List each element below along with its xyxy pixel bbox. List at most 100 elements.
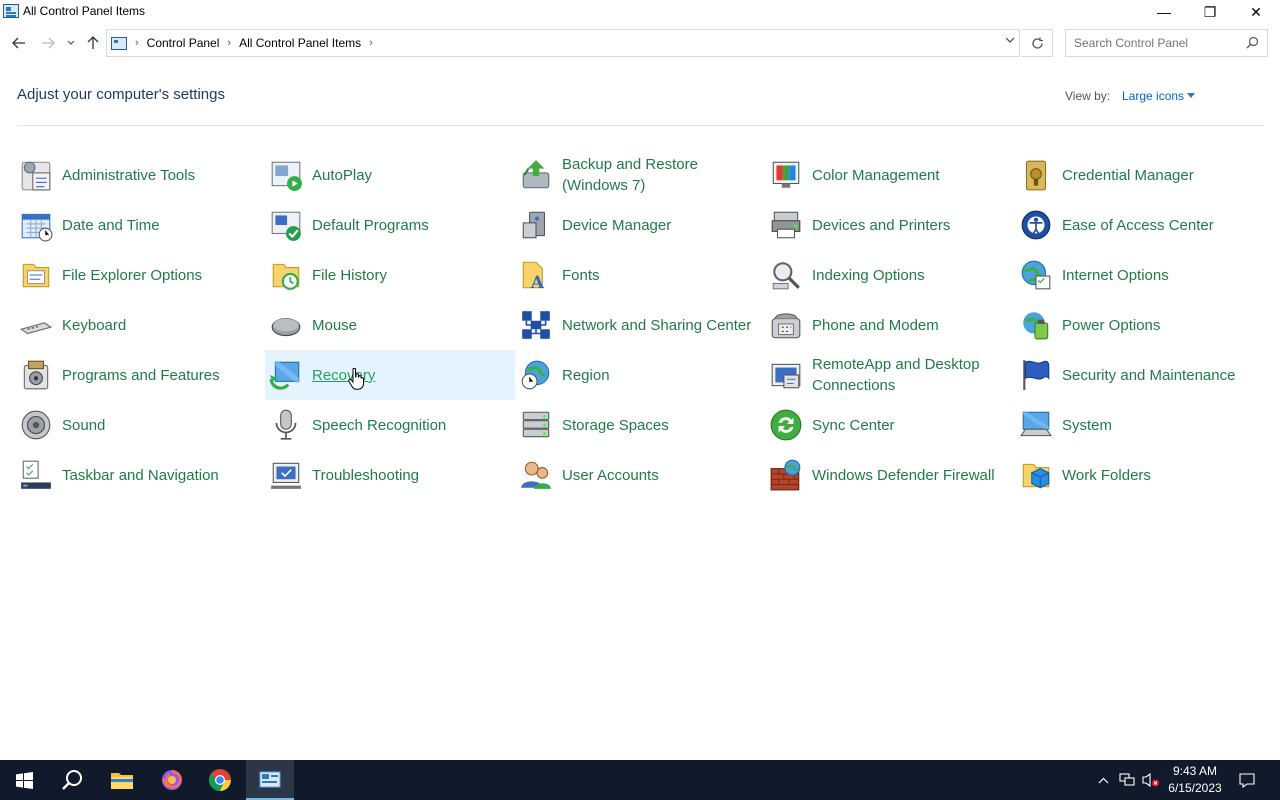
search-input[interactable] <box>1074 36 1244 50</box>
item-label[interactable]: File Explorer Options <box>62 265 202 286</box>
item-label[interactable]: Phone and Modem <box>812 315 939 336</box>
item-sync-center[interactable]: Sync Center <box>765 400 1015 450</box>
breadcrumb-all-items[interactable]: All Control Panel Items <box>239 36 361 50</box>
item-label[interactable]: Power Options <box>1062 315 1160 336</box>
search-box[interactable] <box>1065 29 1268 57</box>
start-button[interactable] <box>0 760 48 800</box>
item-power-options[interactable]: Power Options <box>1015 300 1265 350</box>
item-label[interactable]: Fonts <box>562 265 600 286</box>
item-label[interactable]: Region <box>562 365 610 386</box>
item-label[interactable]: Taskbar and Navigation <box>62 465 219 486</box>
item-label[interactable]: Mouse <box>312 315 357 336</box>
item-label[interactable]: Date and Time <box>62 215 160 236</box>
item-network-and-sharing-center[interactable]: Network and Sharing Center <box>515 300 765 350</box>
item-label[interactable]: Speech Recognition <box>312 415 446 436</box>
taskbar-firefox[interactable] <box>148 760 196 800</box>
item-remoteapp-and-desktop-connections[interactable]: RemoteApp and Desktop Connections <box>765 350 1015 400</box>
item-speech-recognition[interactable]: Speech Recognition <box>265 400 515 450</box>
item-color-management[interactable]: Color Management <box>765 150 1015 200</box>
item-file-history[interactable]: File History <box>265 250 515 300</box>
item-label[interactable]: Devices and Printers <box>812 215 950 236</box>
forward-button[interactable] <box>37 32 59 54</box>
item-label[interactable]: Keyboard <box>62 315 126 336</box>
item-troubleshooting[interactable]: Troubleshooting <box>265 450 515 500</box>
item-label[interactable]: Indexing Options <box>812 265 925 286</box>
taskbar-control-panel[interactable] <box>246 760 294 800</box>
recent-locations-button[interactable] <box>61 32 81 54</box>
item-backup-and-restore-windows-7[interactable]: Backup and Restore (Windows 7) <box>515 150 765 200</box>
volume-tray-button[interactable] <box>1141 760 1161 800</box>
control-panel-icon <box>111 36 127 50</box>
item-security-and-maintenance[interactable]: Security and Maintenance <box>1015 350 1265 400</box>
minimize-button[interactable]: — <box>1141 0 1187 24</box>
item-devices-and-printers[interactable]: Devices and Printers <box>765 200 1015 250</box>
item-label[interactable]: Troubleshooting <box>312 465 419 486</box>
item-default-programs[interactable]: Default Programs <box>265 200 515 250</box>
network-tray-button[interactable] <box>1117 760 1137 800</box>
breadcrumb-separator[interactable]: › <box>227 37 231 49</box>
up-button[interactable] <box>82 32 104 54</box>
item-label[interactable]: Color Management <box>812 165 940 186</box>
item-programs-and-features[interactable]: Programs and Features <box>15 350 265 400</box>
item-file-explorer-options[interactable]: File Explorer Options <box>15 250 265 300</box>
taskbar-file-explorer[interactable] <box>98 760 146 800</box>
item-storage-spaces[interactable]: Storage Spaces <box>515 400 765 450</box>
item-label[interactable]: Security and Maintenance <box>1062 365 1235 386</box>
breadcrumb-separator[interactable]: › <box>369 37 373 49</box>
item-label[interactable]: Backup and Restore (Windows 7) <box>562 154 752 196</box>
item-administrative-tools[interactable]: Administrative Tools <box>15 150 265 200</box>
view-by-dropdown[interactable]: Large icons <box>1122 89 1184 103</box>
item-sound[interactable]: Sound <box>15 400 265 450</box>
refresh-button[interactable] <box>1022 29 1053 57</box>
show-hidden-icons-button[interactable] <box>1094 760 1112 800</box>
restore-button[interactable]: ❐ <box>1187 0 1233 24</box>
notification-center-button[interactable] <box>1234 760 1260 800</box>
item-taskbar-and-navigation[interactable]: Taskbar and Navigation <box>15 450 265 500</box>
item-label[interactable]: Default Programs <box>312 215 429 236</box>
item-mouse[interactable]: Mouse <box>265 300 515 350</box>
item-device-manager[interactable]: Device Manager <box>515 200 765 250</box>
taskbar-chrome[interactable] <box>196 760 244 800</box>
item-label[interactable]: Sync Center <box>812 415 895 436</box>
item-label[interactable]: Sound <box>62 415 105 436</box>
item-phone-and-modem[interactable]: Phone and Modem <box>765 300 1015 350</box>
close-button[interactable]: ✕ <box>1233 0 1279 24</box>
item-fonts[interactable]: A Fonts <box>515 250 765 300</box>
item-ease-of-access-center[interactable]: Ease of Access Center <box>1015 200 1265 250</box>
item-label[interactable]: Device Manager <box>562 215 671 236</box>
breadcrumb-control-panel[interactable]: Control Panel <box>147 36 220 50</box>
item-label[interactable]: Credential Manager <box>1062 165 1194 186</box>
item-user-accounts[interactable]: User Accounts <box>515 450 765 500</box>
item-label[interactable]: Programs and Features <box>62 365 220 386</box>
item-system[interactable]: System <box>1015 400 1265 450</box>
item-indexing-options[interactable]: Indexing Options <box>765 250 1015 300</box>
item-label[interactable]: System <box>1062 415 1112 436</box>
item-windows-defender-firewall[interactable]: Windows Defender Firewall <box>765 450 1015 500</box>
item-label[interactable]: User Accounts <box>562 465 659 486</box>
caret-down-icon[interactable] <box>1187 93 1195 98</box>
item-date-and-time[interactable]: Date and Time <box>15 200 265 250</box>
taskbar-search-button[interactable] <box>48 760 96 800</box>
item-label[interactable]: Internet Options <box>1062 265 1169 286</box>
item-label[interactable]: Ease of Access Center <box>1062 215 1214 236</box>
item-internet-options[interactable]: Internet Options <box>1015 250 1265 300</box>
item-label[interactable]: AutoPlay <box>312 165 372 186</box>
address-dropdown-button[interactable] <box>1005 35 1015 47</box>
back-button[interactable] <box>8 32 30 54</box>
item-label[interactable]: Work Folders <box>1062 465 1151 486</box>
item-region[interactable]: Region <box>515 350 765 400</box>
item-label[interactable]: Storage Spaces <box>562 415 669 436</box>
item-label[interactable]: Network and Sharing Center <box>562 315 751 336</box>
item-autoplay[interactable]: AutoPlay <box>265 150 515 200</box>
item-label[interactable]: Administrative Tools <box>62 165 195 186</box>
address-bar[interactable]: › Control Panel › All Control Panel Item… <box>106 29 1020 57</box>
item-recovery[interactable]: Recovery <box>265 350 515 400</box>
item-label[interactable]: Recovery <box>312 365 375 386</box>
item-work-folders[interactable]: Work Folders <box>1015 450 1265 500</box>
item-label[interactable]: RemoteApp and Desktop Connections <box>812 354 1002 396</box>
taskbar-clock[interactable]: 9:43 AM 6/15/2023 <box>1160 763 1230 797</box>
item-keyboard[interactable]: Keyboard <box>15 300 265 350</box>
item-label[interactable]: File History <box>312 265 387 286</box>
item-credential-manager[interactable]: Credential Manager <box>1015 150 1265 200</box>
item-label[interactable]: Windows Defender Firewall <box>812 465 995 486</box>
